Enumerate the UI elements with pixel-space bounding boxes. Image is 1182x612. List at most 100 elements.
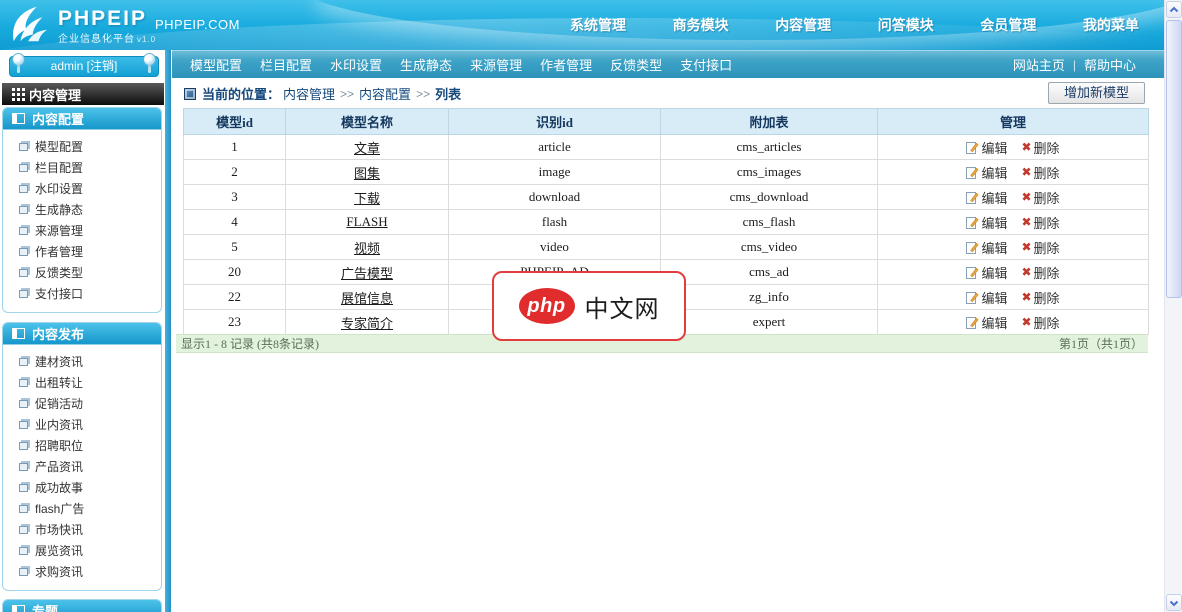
doc-icon xyxy=(19,379,28,387)
doc-icon xyxy=(19,185,28,193)
delete-link[interactable]: ✖删除 xyxy=(1021,288,1059,307)
delete-link[interactable]: ✖删除 xyxy=(1021,263,1059,282)
doc-icon xyxy=(19,505,28,513)
sidebar-item-watermark[interactable]: 水印设置 xyxy=(3,178,161,199)
edit-link[interactable]: 编辑 xyxy=(966,238,1007,257)
sidebar-item-payment[interactable]: 支付接口 xyxy=(3,283,161,304)
delete-icon: ✖ xyxy=(1021,315,1031,329)
nav-item-qa[interactable]: 问答模块 xyxy=(878,15,934,35)
divider: | xyxy=(1073,58,1076,72)
chevron-up-icon xyxy=(1169,6,1179,14)
sidebar-item[interactable]: 招聘职位 xyxy=(3,435,161,456)
cell-id: 5 xyxy=(184,235,286,260)
subnav-item-feedback[interactable]: 反馈类型 xyxy=(610,55,662,74)
top-nav: 系统管理 商务模块 内容管理 问答模块 会员管理 我的菜单 xyxy=(570,0,1139,50)
doc-icon xyxy=(19,227,28,235)
edit-link[interactable]: 编辑 xyxy=(966,263,1007,282)
section-header[interactable]: 内容配置 xyxy=(3,108,161,130)
edit-link[interactable]: 编辑 xyxy=(966,163,1007,182)
table-row: 3 下载 download cms_download 编辑 ✖删除 xyxy=(184,185,1149,210)
sidebar-item-feedback[interactable]: 反馈类型 xyxy=(3,262,161,283)
pin-icon xyxy=(12,53,25,66)
table-row: 1 文章 article cms_articles 编辑 ✖删除 xyxy=(184,135,1149,160)
pin-icon xyxy=(143,53,156,66)
subnav-item-payment[interactable]: 支付接口 xyxy=(680,55,732,74)
location-icon xyxy=(184,88,196,100)
model-name-link[interactable]: 下载 xyxy=(354,191,380,206)
scroll-up-button[interactable] xyxy=(1166,1,1182,18)
col-model-name: 模型名称 xyxy=(286,109,449,135)
sidebar-section-topics: 专题 xyxy=(2,599,162,612)
nav-item-business[interactable]: 商务模块 xyxy=(673,15,729,35)
model-name-link[interactable]: 专家简介 xyxy=(341,316,393,331)
subnav-item-model-config[interactable]: 模型配置 xyxy=(190,55,242,74)
nav-item-mymenu[interactable]: 我的菜单 xyxy=(1083,15,1139,35)
model-name-link[interactable]: 视频 xyxy=(354,241,380,256)
delete-link[interactable]: ✖删除 xyxy=(1021,238,1059,257)
breadcrumb-label: 当前的位置： xyxy=(202,84,280,103)
edit-link[interactable]: 编辑 xyxy=(966,288,1007,307)
sidebar-item-static[interactable]: 生成静态 xyxy=(3,199,161,220)
doc-icon xyxy=(19,484,28,492)
doc-icon xyxy=(19,568,28,576)
sidebar-item-model-config[interactable]: 模型配置 xyxy=(3,136,161,157)
model-name-link[interactable]: FLASH xyxy=(346,214,387,229)
model-name-link[interactable]: 图集 xyxy=(354,166,380,181)
sidebar-item[interactable]: 展览资讯 xyxy=(3,540,161,561)
delete-icon: ✖ xyxy=(1021,165,1031,179)
breadcrumb-current: 列表 xyxy=(435,84,461,103)
edit-link[interactable]: 编辑 xyxy=(966,188,1007,207)
delete-icon: ✖ xyxy=(1021,140,1031,154)
edit-icon xyxy=(966,241,979,254)
sidebar-item[interactable]: 促销活动 xyxy=(3,393,161,414)
sidebar-item[interactable]: 成功故事 xyxy=(3,477,161,498)
sidebar-item-column-config[interactable]: 栏目配置 xyxy=(3,157,161,178)
cell-attach: cms_download xyxy=(661,185,878,210)
edit-link[interactable]: 编辑 xyxy=(966,313,1007,332)
sidebar-item-source[interactable]: 来源管理 xyxy=(3,220,161,241)
edit-icon xyxy=(966,141,979,154)
subnav-item-column-config[interactable]: 栏目配置 xyxy=(260,55,312,74)
col-attach-table: 附加表 xyxy=(661,109,878,135)
scroll-down-button[interactable] xyxy=(1166,594,1182,611)
vertical-scrollbar[interactable] xyxy=(1164,0,1182,612)
model-name-link[interactable]: 文章 xyxy=(354,141,380,156)
delete-link[interactable]: ✖删除 xyxy=(1021,213,1059,232)
subnav-item-static[interactable]: 生成静态 xyxy=(400,55,452,74)
edit-link[interactable]: 编辑 xyxy=(966,213,1007,232)
sidebar-item[interactable]: 建材资讯 xyxy=(3,351,161,372)
edit-link[interactable]: 编辑 xyxy=(966,138,1007,157)
add-model-button[interactable]: 增加新模型 xyxy=(1048,82,1145,104)
help-link[interactable]: 帮助中心 xyxy=(1084,55,1136,74)
nav-item-content[interactable]: 内容管理 xyxy=(775,15,831,35)
nav-item-members[interactable]: 会员管理 xyxy=(980,15,1036,35)
nav-item-system[interactable]: 系统管理 xyxy=(570,15,626,35)
model-name-link[interactable]: 广告模型 xyxy=(341,266,393,281)
subnav-item-source[interactable]: 来源管理 xyxy=(470,55,522,74)
home-link[interactable]: 网站主页 xyxy=(1013,55,1065,74)
delete-link[interactable]: ✖删除 xyxy=(1021,188,1059,207)
logout-link[interactable]: [注销] xyxy=(87,59,118,73)
breadcrumb: 当前的位置： 内容管理 >> 内容配置 >> 列表 增加新模型 xyxy=(172,79,1164,108)
sidebar-item[interactable]: 求购资讯 xyxy=(3,561,161,582)
sidebar-item[interactable]: 产品资讯 xyxy=(3,456,161,477)
sidebar-item[interactable]: 业内资讯 xyxy=(3,414,161,435)
breadcrumb-link-config[interactable]: 内容配置 xyxy=(359,84,411,103)
subnav-item-author[interactable]: 作者管理 xyxy=(540,55,592,74)
cell-id: 1 xyxy=(184,135,286,160)
sidebar-item[interactable]: flash广告 xyxy=(3,498,161,519)
section-header[interactable]: 专题 xyxy=(3,600,161,612)
scrollbar-thumb[interactable] xyxy=(1166,20,1182,298)
sidebar-item-author[interactable]: 作者管理 xyxy=(3,241,161,262)
chevron-down-icon xyxy=(1169,599,1179,607)
section-header[interactable]: 内容发布 xyxy=(3,323,161,345)
sidebar-item[interactable]: 市场快讯 xyxy=(3,519,161,540)
model-name-link[interactable]: 展馆信息 xyxy=(341,291,393,306)
delete-link[interactable]: ✖删除 xyxy=(1021,138,1059,157)
doc-icon xyxy=(19,547,28,555)
sidebar-item[interactable]: 出租转让 xyxy=(3,372,161,393)
subnav-item-watermark[interactable]: 水印设置 xyxy=(330,55,382,74)
delete-link[interactable]: ✖删除 xyxy=(1021,163,1059,182)
breadcrumb-link-content[interactable]: 内容管理 xyxy=(283,84,335,103)
delete-link[interactable]: ✖删除 xyxy=(1021,313,1059,332)
